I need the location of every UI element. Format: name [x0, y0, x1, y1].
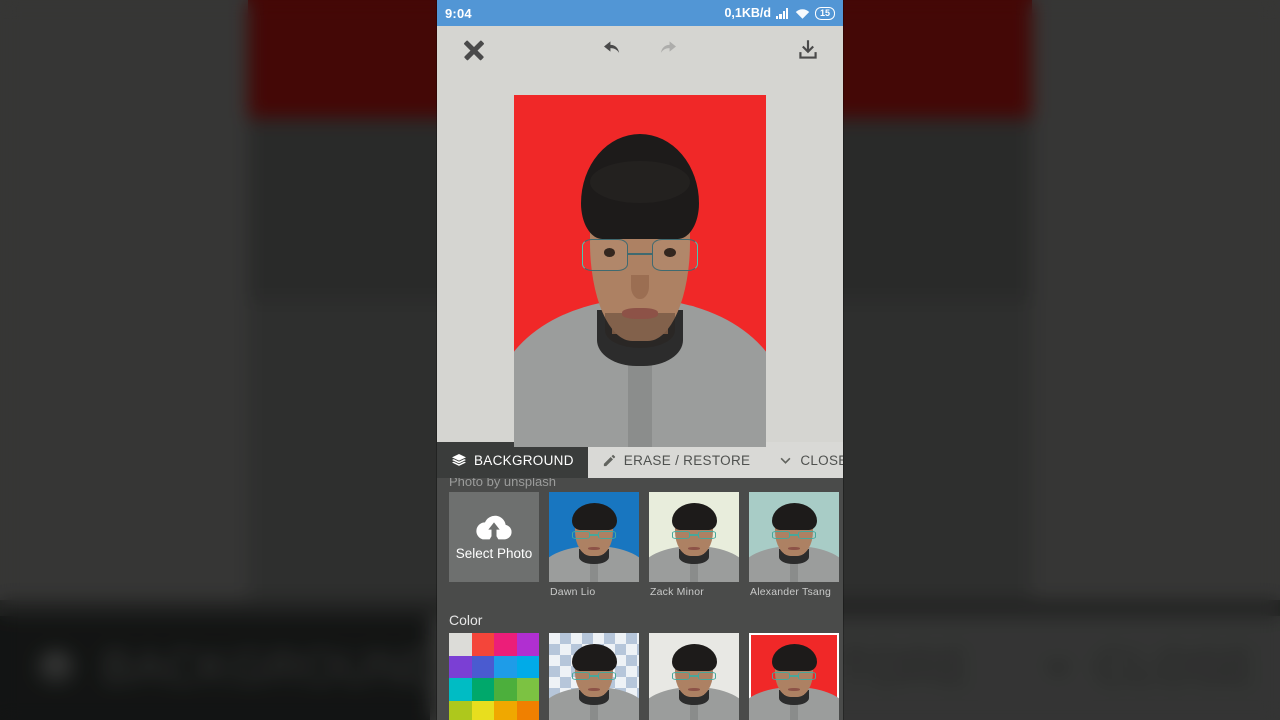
- thumb-portrait: [549, 492, 639, 582]
- preset-thumbnail-alexander-tsang[interactable]: [749, 492, 839, 582]
- palette-cell-14[interactable]: [494, 700, 517, 720]
- color-swatch-transparent[interactable]: [549, 633, 639, 720]
- thumb-portrait: [649, 633, 739, 720]
- signal-bars-icon: [775, 7, 790, 19]
- tab-background-label: BACKGROUND: [474, 452, 574, 468]
- palette-cell-5[interactable]: [471, 655, 494, 678]
- palette-cell-6[interactable]: [494, 655, 517, 678]
- screen: BACKGROUND TORE CLOSE 9:04 0,1KB/d 15 BA…: [0, 0, 1280, 720]
- editor-toolbar: [437, 26, 843, 74]
- color-swatch-white[interactable]: [649, 633, 739, 720]
- palette-cell-8[interactable]: [449, 678, 472, 701]
- select-photo-button[interactable]: Select Photo: [449, 492, 539, 582]
- palette-cell-4[interactable]: [449, 655, 472, 678]
- thumb-portrait: [749, 492, 839, 582]
- palette-cell-13[interactable]: [471, 700, 494, 720]
- undo-arrow-icon[interactable]: [600, 39, 626, 61]
- thumb-portrait: [549, 633, 639, 720]
- status-data-rate: 0,1KB/d: [724, 6, 771, 20]
- photo-presets-row: Select Photo Dawn Lio Zack Minor Alexand…: [437, 478, 843, 598]
- phone-screen: 9:04 0,1KB/d 15 BACKGROUND ERASE / RESTO…: [437, 0, 843, 720]
- preset-caption-2: Alexander Tsang: [750, 586, 832, 598]
- wifi-icon: [795, 8, 810, 19]
- preset-caption-0: Dawn Lio: [550, 586, 596, 598]
- pencil-icon: [602, 453, 617, 468]
- edited-photo[interactable]: [514, 95, 766, 447]
- preset-thumb-wrap-0: Dawn Lio: [549, 492, 639, 598]
- battery-level: 15: [819, 7, 830, 18]
- photo-hair: [580, 133, 700, 240]
- color-swatch-red[interactable]: [749, 633, 839, 720]
- cloud-upload-icon: [473, 513, 515, 543]
- layers-icon: [451, 452, 467, 468]
- undo-redo-group: [600, 39, 680, 61]
- preset-thumb-wrap-1: Zack Minor: [649, 492, 739, 598]
- tab-erase-restore-label: ERASE / RESTORE: [623, 452, 751, 468]
- tab-erase-restore[interactable]: ERASE / RESTORE: [588, 442, 765, 478]
- color-section-title: Color: [449, 612, 483, 628]
- close-x-icon[interactable]: [459, 35, 489, 65]
- redo-arrow-icon[interactable]: [654, 39, 680, 61]
- tab-background[interactable]: BACKGROUND: [437, 442, 588, 478]
- palette-cell-1[interactable]: [471, 633, 494, 656]
- color-palette-grid[interactable]: [449, 633, 539, 720]
- tab-close-label: CLOSE: [800, 452, 843, 468]
- photo-nose: [631, 274, 649, 300]
- editor-tabs: BACKGROUND ERASE / RESTORE CLOSE: [437, 442, 843, 478]
- photo-canvas[interactable]: [437, 74, 843, 447]
- color-row: [437, 633, 843, 720]
- status-icons: 0,1KB/d 15: [724, 6, 835, 20]
- chevron-down-icon: [778, 453, 793, 468]
- palette-cell-10[interactable]: [494, 678, 517, 701]
- select-photo-wrap: Select Photo: [449, 492, 539, 598]
- palette-cell-12[interactable]: [449, 700, 472, 720]
- palette-cell-2[interactable]: [494, 633, 517, 656]
- photo-mouth: [622, 307, 658, 320]
- select-photo-label: Select Photo: [455, 546, 533, 561]
- palette-cell-3[interactable]: [516, 633, 539, 656]
- thumb-portrait: [749, 633, 839, 720]
- download-save-icon[interactable]: [795, 37, 821, 63]
- tab-close[interactable]: CLOSE: [764, 442, 843, 478]
- preset-thumb-wrap-2: Alexander Tsang: [749, 492, 839, 598]
- preset-thumbnail-dawn-lio[interactable]: [549, 492, 639, 582]
- photo-glasses: [582, 239, 698, 271]
- palette-cell-11[interactable]: [516, 678, 539, 701]
- preset-caption-1: Zack Minor: [650, 586, 704, 598]
- palette-cell-15[interactable]: [516, 700, 539, 720]
- preset-thumbnail-zack-minor[interactable]: [649, 492, 739, 582]
- palette-cell-7[interactable]: [516, 655, 539, 678]
- palette-cell-9[interactable]: [471, 678, 494, 701]
- background-options-panel: Photo by unsplash Select Photo Dawn Lio …: [437, 478, 843, 720]
- battery-icon: 15: [814, 6, 835, 20]
- palette-cell-0[interactable]: [449, 633, 472, 656]
- status-time: 9:04: [445, 5, 472, 21]
- thumb-portrait: [649, 492, 739, 582]
- status-bar: 9:04 0,1KB/d 15: [437, 0, 843, 26]
- photo-credit: Photo by unsplash: [449, 478, 556, 489]
